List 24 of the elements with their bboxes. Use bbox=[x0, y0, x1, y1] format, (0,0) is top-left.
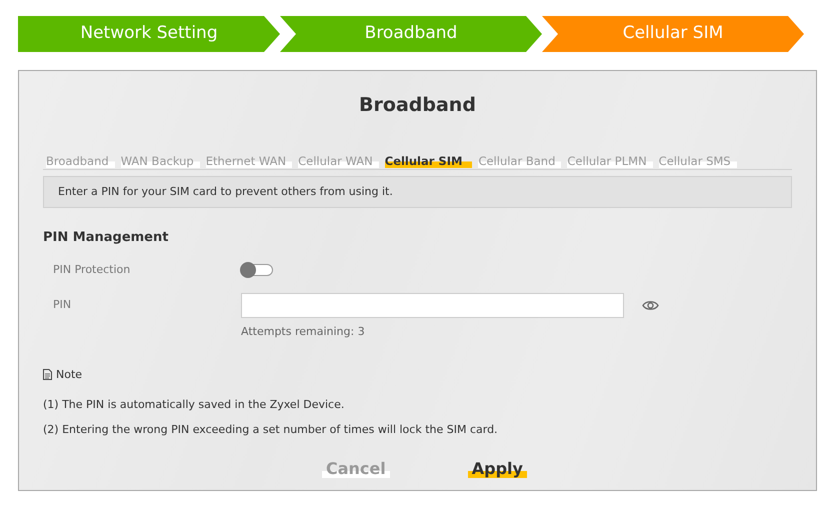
tab[interactable]: Broadband bbox=[46, 154, 115, 168]
wizard-step: Broadband bbox=[280, 16, 542, 52]
tab[interactable]: Cellular Band bbox=[478, 154, 562, 168]
note-text: (2) Entering the wrong PIN exceeding a set number of times will lock the SIM card. bbox=[43, 422, 499, 438]
note-text: (1) The PIN is automatically saved in the Zyxel Device. bbox=[43, 397, 346, 413]
eye-icon[interactable] bbox=[642, 300, 659, 311]
note-title: Note bbox=[56, 366, 82, 382]
pin-field[interactable] bbox=[241, 293, 624, 318]
wizard-step: Network Setting bbox=[18, 16, 280, 52]
tab[interactable]: Ethernet WAN bbox=[206, 154, 292, 168]
field-label: PIN Protection bbox=[53, 262, 132, 278]
field-label: PIN bbox=[53, 297, 72, 314]
hint-text: Attempts remaining: 3 bbox=[240, 324, 366, 340]
section-heading: PIN Management bbox=[43, 229, 170, 247]
document-icon bbox=[43, 369, 52, 380]
info-message: Enter a PIN for your SIM card to prevent others from using it. bbox=[43, 176, 792, 208]
tab[interactable]: Cellular WAN bbox=[298, 154, 379, 168]
action-button[interactable]: Cancel bbox=[322, 460, 390, 478]
wizard-step: Cellular SIM bbox=[542, 16, 804, 52]
tab[interactable]: Cellular SMS bbox=[658, 154, 737, 168]
tab[interactable]: WAN Backup bbox=[120, 154, 200, 168]
tab[interactable]: Cellular PLMN bbox=[567, 154, 653, 168]
page-title: Broadband bbox=[358, 93, 477, 118]
toggle-switch[interactable] bbox=[241, 264, 273, 276]
